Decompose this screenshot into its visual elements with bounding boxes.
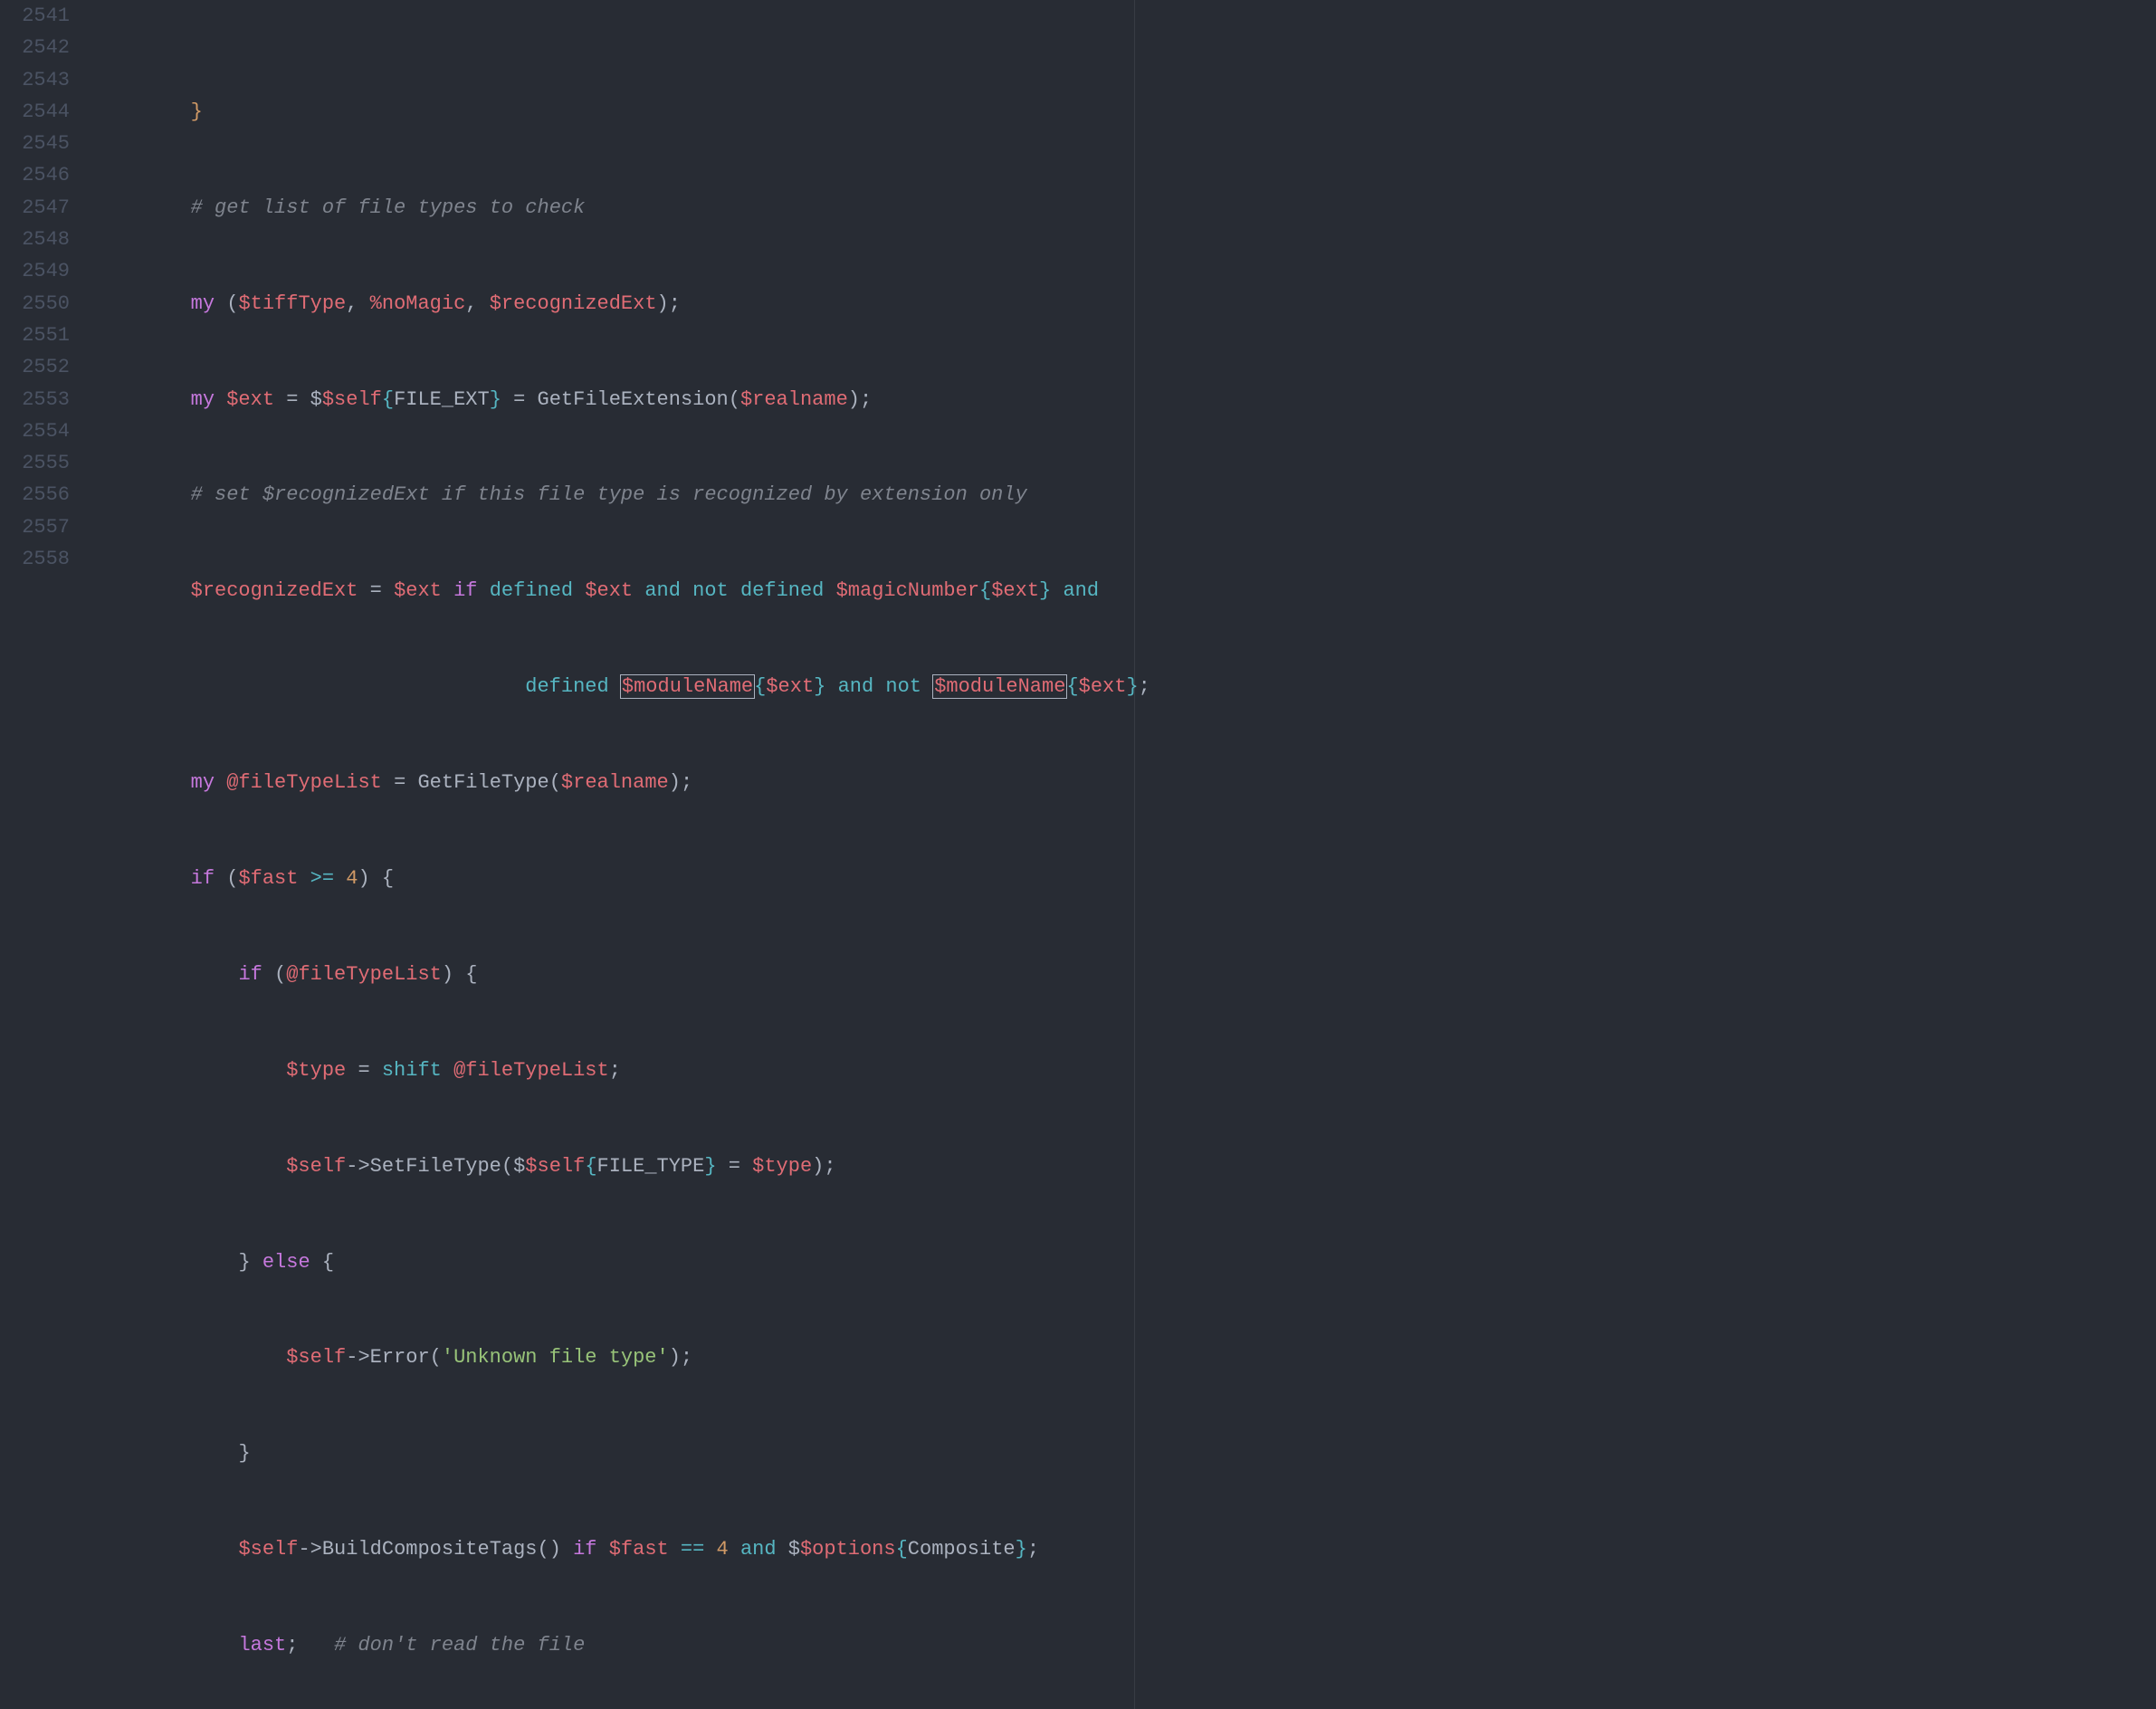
code-line[interactable]: }	[95, 96, 1150, 128]
line-number: 2549	[0, 255, 70, 287]
code-line[interactable]: my $ext = $$self{FILE_EXT} = GetFileExte…	[95, 384, 1150, 415]
line-number: 2557	[0, 511, 70, 543]
line-number: 2543	[0, 64, 70, 96]
line-number-gutter: 2541 2542 2543 2544 2545 2546 2547 2548 …	[0, 0, 95, 1709]
code-line[interactable]: if (@fileTypeList) {	[95, 959, 1150, 990]
code-line[interactable]: $self->SetFileType($$self{FILE_TYPE} = $…	[95, 1150, 1150, 1182]
code-line[interactable]: $self->BuildCompositeTags() if $fast == …	[95, 1533, 1150, 1565]
code-line[interactable]: last; # don't read the file	[95, 1629, 1150, 1661]
code-line[interactable]: # get list of file types to check	[95, 192, 1150, 224]
code-editor[interactable]: 2541 2542 2543 2544 2545 2546 2547 2548 …	[0, 0, 2156, 1709]
code-line[interactable]: } else {	[95, 1246, 1150, 1278]
line-number: 2548	[0, 224, 70, 255]
line-number: 2551	[0, 320, 70, 351]
line-number: 2554	[0, 415, 70, 447]
code-content[interactable]: } # get list of file types to check my (…	[95, 0, 1150, 1709]
line-number: 2553	[0, 384, 70, 415]
code-line[interactable]: if ($fast >= 4) {	[95, 863, 1150, 894]
line-number: 2550	[0, 288, 70, 320]
column-ruler	[1134, 0, 1135, 1709]
code-line[interactable]: my ($tiffType, %noMagic, $recognizedExt)…	[95, 288, 1150, 320]
code-line[interactable]: defined $moduleName{$ext} and not $modul…	[95, 671, 1150, 702]
line-number: 2558	[0, 543, 70, 575]
code-line[interactable]: $recognizedExt = $ext if defined $ext an…	[95, 575, 1150, 606]
comment: # get list of file types to check	[191, 196, 586, 219]
search-highlight: $moduleName	[620, 674, 755, 699]
line-number: 2546	[0, 159, 70, 191]
line-number: 2544	[0, 96, 70, 128]
search-highlight: $moduleName	[932, 674, 1067, 699]
code-line[interactable]: # set $recognizedExt if this file type i…	[95, 479, 1150, 511]
line-number: 2542	[0, 32, 70, 63]
code-line[interactable]: }	[95, 1437, 1150, 1469]
code-line[interactable]: my @fileTypeList = GetFileType($realname…	[95, 767, 1150, 798]
line-number: 2541	[0, 0, 70, 32]
comment: # set $recognizedExt if this file type i…	[191, 483, 1027, 506]
line-number: 2556	[0, 479, 70, 511]
line-number: 2555	[0, 447, 70, 479]
line-number: 2552	[0, 351, 70, 383]
code-line[interactable]: $self->Error('Unknown file type');	[95, 1341, 1150, 1373]
comment: # don't read the file	[334, 1634, 585, 1656]
line-number: 2547	[0, 192, 70, 224]
code-line[interactable]: $type = shift @fileTypeList;	[95, 1055, 1150, 1086]
line-number: 2545	[0, 128, 70, 159]
